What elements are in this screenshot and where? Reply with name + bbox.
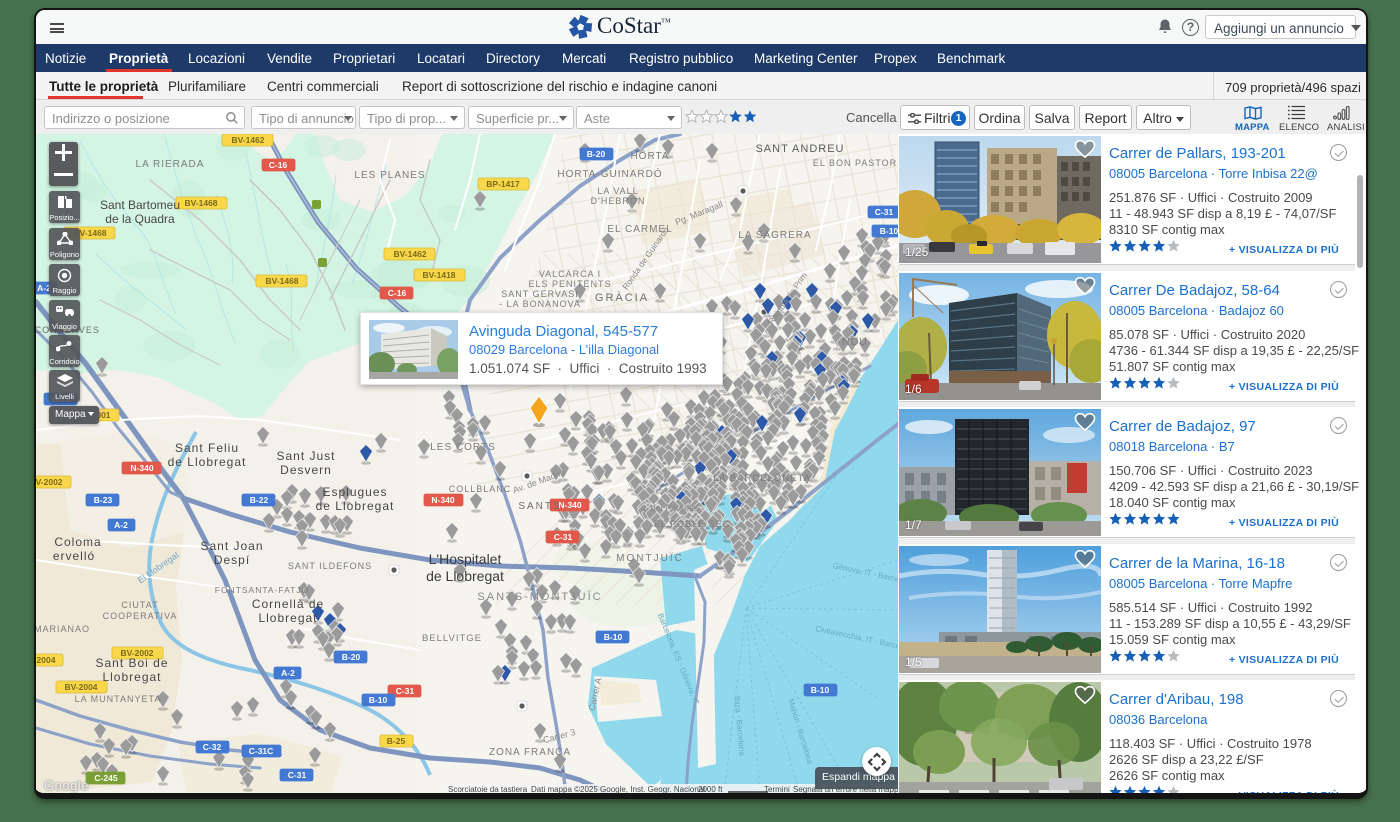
svg-text:GRÀCIA: GRÀCIA (595, 291, 649, 304)
svg-text:LA RIERADA: LA RIERADA (136, 159, 205, 170)
svg-text:BP-1417: BP-1417 (486, 179, 520, 189)
svg-text:BV-1462: BV-1462 (231, 135, 264, 145)
svg-text:Esplugues: Esplugues (322, 485, 387, 499)
svg-text:BELLVITGE: BELLVITGE (422, 633, 482, 644)
svg-text:Sant Just: Sant Just (276, 449, 335, 463)
svg-text:BV-1468: BV-1468 (265, 276, 298, 286)
svg-text:MARIANAO: MARIANAO (36, 624, 90, 634)
svg-text:LA BARCELONETA: LA BARCELONETA (713, 473, 811, 484)
svg-text:C-245: C-245 (94, 773, 117, 783)
svg-text:C-31C: C-31C (249, 746, 274, 756)
svg-text:LA VALL: LA VALL (597, 186, 638, 196)
svg-text:LES CORTS: LES CORTS (430, 442, 496, 453)
svg-text:SANT GERVASI: SANT GERVASI (501, 289, 579, 299)
svg-text:Desvern: Desvern (280, 463, 332, 477)
svg-text:FONTSANTA-FATJÓ: FONTSANTA-FATJÓ (215, 585, 310, 595)
svg-text:COOPERATIVA: COOPERATIVA (103, 611, 178, 621)
svg-text:Llobregat: Llobregat (258, 611, 317, 625)
svg-text:B-10: B-10 (811, 685, 830, 695)
svg-text:BV-1468: BV-1468 (184, 198, 217, 208)
svg-text:C-16: C-16 (388, 288, 407, 298)
svg-text:C-16: C-16 (269, 160, 288, 170)
svg-text:B-10: B-10 (369, 695, 388, 705)
svg-text:Despí: Despí (214, 553, 250, 567)
svg-text:COLLBLANC: COLLBLANC (449, 484, 512, 494)
svg-text:N-340: N-340 (558, 500, 581, 510)
svg-text:N-340: N-340 (130, 463, 153, 473)
svg-text:SANT ILDEFONS: SANT ILDEFONS (288, 561, 372, 571)
svg-text:ELS PENITENTS: ELS PENITENTS (528, 279, 611, 289)
svg-text:Coloma: Coloma (54, 535, 101, 549)
svg-text:C-32: C-32 (203, 742, 222, 752)
svg-text:A-2: A-2 (281, 668, 295, 678)
svg-text:EL POBLE SEC: EL POBLE SEC (654, 519, 730, 529)
svg-text:HORTA: HORTA (630, 151, 669, 162)
svg-text:- LA BONANOVA: - LA BONANOVA (499, 299, 581, 309)
svg-text:C-31: C-31 (288, 770, 307, 780)
svg-text:Sant Joan: Sant Joan (200, 539, 263, 553)
svg-text:de la Quadra: de la Quadra (105, 212, 175, 226)
svg-text:de Llobregat: de Llobregat (168, 455, 247, 469)
svg-text:B-25: B-25 (387, 736, 406, 746)
svg-text:ZONA FRANCA: ZONA FRANCA (489, 747, 571, 758)
svg-text:HORTA-GUINARDÓ: HORTA-GUINARDÓ (557, 167, 662, 180)
svg-text:N-340: N-340 (431, 495, 454, 505)
svg-text:A-2: A-2 (114, 520, 128, 530)
svg-text:B-20: B-20 (587, 149, 606, 159)
svg-text:ervelló: ervelló (53, 549, 95, 563)
svg-text:BV-2002: BV-2002 (36, 477, 63, 487)
svg-text:VALCARCA I: VALCARCA I (539, 269, 601, 279)
svg-text:B-23: B-23 (94, 495, 113, 505)
svg-text:LA MUNTANYETA: LA MUNTANYETA (75, 694, 162, 704)
svg-text:EL BON PASTOR: EL BON PASTOR (813, 158, 897, 168)
svg-text:Llobregat: Llobregat (102, 670, 161, 684)
svg-text:SANTS: SANTS (518, 501, 561, 512)
svg-text:CIUTAT: CIUTAT (121, 600, 158, 610)
svg-text:C-31: C-31 (875, 207, 894, 217)
svg-text:BV-1462: BV-1462 (393, 249, 426, 259)
svg-text:C-31: C-31 (554, 532, 573, 542)
svg-text:Sant Boi de: Sant Boi de (95, 656, 168, 670)
svg-text:MONTJUÏC: MONTJUÏC (616, 552, 684, 564)
svg-text:B-10: B-10 (604, 632, 623, 642)
svg-text:BV-1418: BV-1418 (422, 270, 455, 280)
svg-text:v. del Paral·lel: v. del Paral·lel (642, 503, 698, 513)
svg-text:de Llobregat: de Llobregat (426, 568, 504, 584)
svg-text:B-22: B-22 (250, 495, 269, 505)
svg-text:NOU: NOU (842, 337, 867, 348)
svg-text:D'HEBRON: D'HEBRON (591, 196, 646, 206)
svg-text:Sant Bartomeu: Sant Bartomeu (100, 198, 180, 212)
svg-text:LA SAGRERA: LA SAGRERA (738, 230, 811, 241)
svg-text:B-10: B-10 (880, 226, 898, 236)
svg-text:SANTS-MONTJUÏC: SANTS-MONTJUÏC (477, 591, 602, 603)
svg-text:BV-2004: BV-2004 (64, 682, 97, 692)
svg-text:C-31: C-31 (396, 686, 415, 696)
svg-text:LES PLANES: LES PLANES (354, 170, 425, 181)
svg-text:L'Hospitalet: L'Hospitalet (429, 551, 502, 567)
svg-text:Cornellà de: Cornellà de (252, 597, 324, 611)
svg-text:de Llobregat: de Llobregat (316, 499, 395, 513)
svg-text:Sant Feliu: Sant Feliu (175, 441, 239, 455)
svg-text:B-20: B-20 (342, 652, 361, 662)
svg-text:2004: 2004 (37, 655, 56, 665)
svg-text:SANT ANDREU: SANT ANDREU (755, 143, 844, 155)
